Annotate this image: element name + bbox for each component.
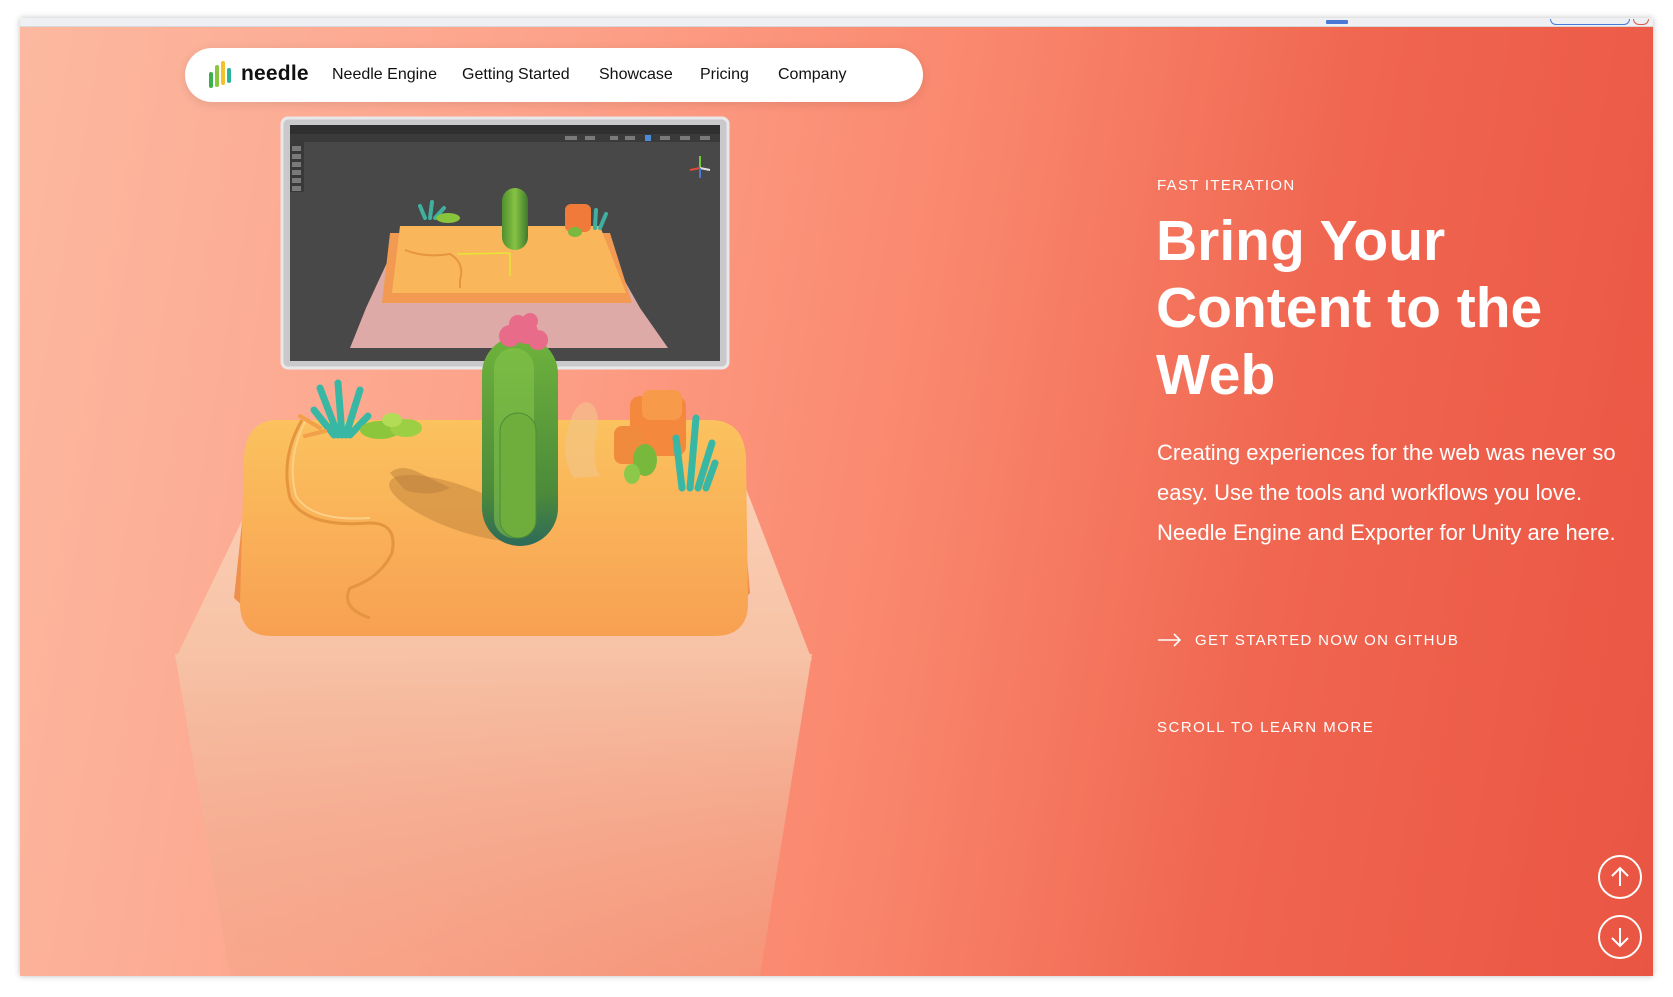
nav-getting-started[interactable]: Getting Started [462, 66, 570, 84]
hero-3d-scene[interactable] [20, 18, 920, 976]
top-navigation: needle Needle Engine Getting Started Sho… [185, 48, 923, 102]
cta-label: GET STARTED NOW ON GITHUB [1195, 632, 1460, 649]
browser-tab-edge [1550, 19, 1630, 25]
headline-line: Web [1156, 343, 1276, 407]
hero-headline: Bring Your Content to the Web [1156, 208, 1586, 409]
scroll-up-button[interactable] [1598, 855, 1642, 899]
scroll-down-button[interactable] [1598, 915, 1642, 959]
arrow-right-icon [1158, 633, 1182, 647]
nav-needle-engine[interactable]: Needle Engine [332, 66, 437, 84]
logo-text: needle [241, 62, 309, 85]
nav-showcase[interactable]: Showcase [599, 66, 673, 84]
hero-eyebrow: FAST ITERATION [1157, 177, 1296, 194]
browser-indicator [1326, 20, 1348, 24]
needle-logo-icon [209, 61, 231, 88]
headline-line: Content to the [1156, 276, 1543, 340]
headline-line: Bring Your [1156, 209, 1446, 273]
hero-description: Creating experiences for the web was nev… [1157, 440, 1616, 545]
arrow-up-icon [1611, 866, 1629, 886]
browser-tab-edge [1633, 19, 1649, 25]
nav-pricing[interactable]: Pricing [700, 66, 749, 84]
browser-viewport: needle Needle Engine Getting Started Sho… [20, 18, 1653, 976]
nav-company[interactable]: Company [778, 66, 846, 84]
scroll-hint: SCROLL TO LEARN MORE [1157, 719, 1375, 736]
arrow-down-icon [1611, 928, 1629, 948]
